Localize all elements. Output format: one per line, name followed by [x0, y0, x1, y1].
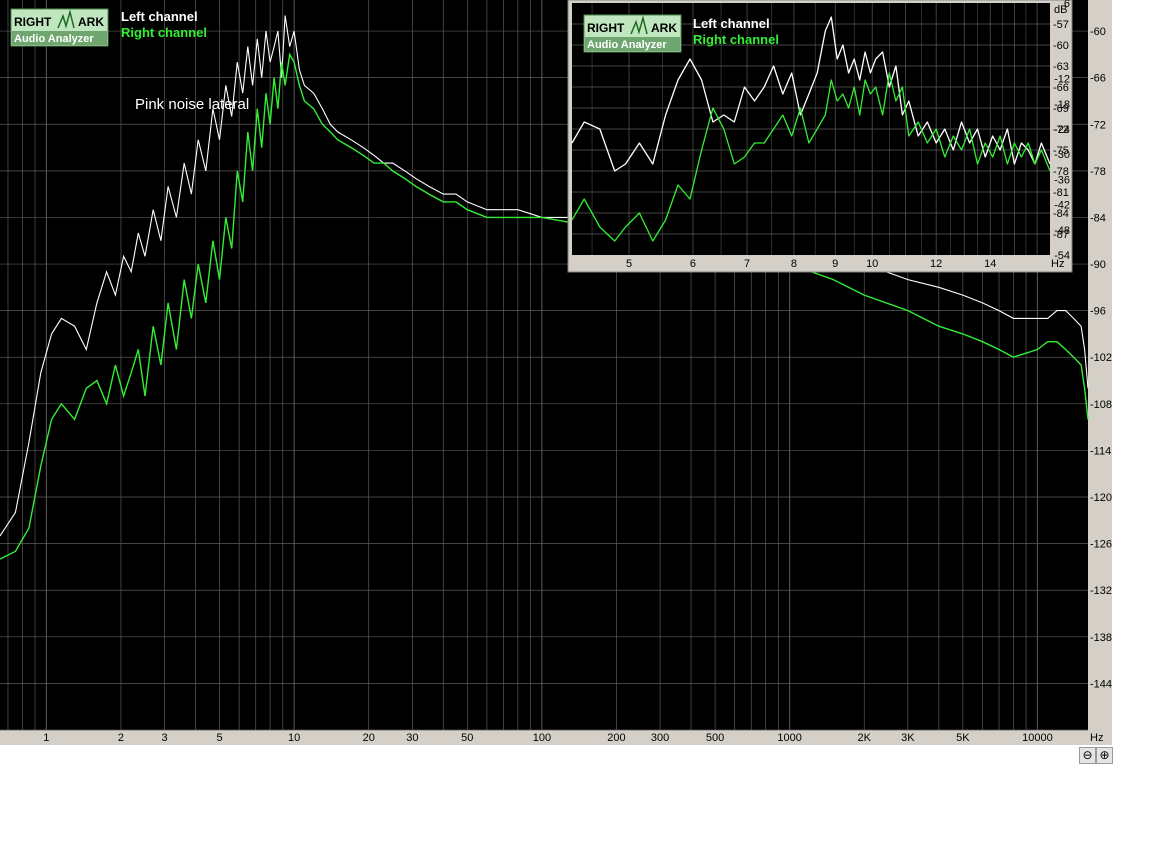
main-y-tick-label: -102 [1090, 352, 1112, 364]
zoom-out-icon[interactable]: ⊖ [1079, 747, 1096, 764]
main-x-tick-label: 50 [461, 732, 473, 744]
main-x-tick-label: 2K [858, 732, 872, 744]
inset-y-unit-label: dB [1054, 4, 1067, 16]
inset-y-tick-label-right: -48 [1054, 225, 1070, 237]
inset-x-tick-label: 6 [690, 258, 696, 270]
main-x-tick-label: 2 [118, 732, 124, 744]
main-y-tick-label: -114 [1090, 445, 1111, 457]
main-x-unit-label: Hz [1090, 732, 1103, 744]
inset-y-tick-label-right: -12 [1054, 74, 1070, 86]
main-y-tick-label: -144 [1090, 678, 1112, 690]
inset-y-tick-label-right: -18 [1054, 99, 1070, 111]
main-y-tick-label: -96 [1090, 306, 1106, 318]
main-y-tick-label: -126 [1090, 539, 1112, 551]
main-y-tick-label: -108 [1090, 399, 1112, 411]
inset-y-tick-label-right: -42 [1054, 200, 1070, 212]
inset-y-tick-label: -81 [1053, 187, 1069, 199]
inset-x-tick-label: 12 [930, 258, 942, 270]
zoom-in-icon[interactable]: ⊕ [1096, 747, 1113, 764]
inset-x-tick-label: 14 [984, 258, 996, 270]
inset-rightmark-logo: RIGHT ARK Audio Analyzer [583, 14, 682, 53]
main-x-tick-label: 100 [533, 732, 551, 744]
main-x-tick-label: 1 [43, 732, 49, 744]
logo-text-right: RIGHT [14, 15, 52, 29]
main-y-tick-label: -132 [1090, 585, 1112, 597]
main-x-tick-label: 10 [288, 732, 300, 744]
spectrum-chart: 1 2 3 5 10 20 30 50 100 200 300 500 1000 2K 3K 5K 10000 … [0, 0, 1112, 745]
main-x-tick-label: 3 [162, 732, 168, 744]
inset-y-tick-label: -57 [1053, 19, 1069, 31]
inset-y-tick-label: -60 [1053, 40, 1069, 52]
rightmark-logo: RIGHT ARK Audio Analyzer [10, 8, 109, 47]
legend-right-channel: Right channel [121, 25, 207, 40]
main-y-tick-label: -60 [1090, 26, 1106, 38]
inset-logo-text-right: RIGHT [587, 21, 625, 35]
inset-legend-right-channel: Right channel [693, 32, 779, 47]
inset-y-tick-label-right: -30 [1054, 149, 1070, 161]
main-y-tick-label: -84 [1090, 212, 1106, 224]
inset-y-tick-label-right: -36 [1054, 174, 1070, 186]
inset-x-unit-label: Hz [1051, 258, 1064, 270]
main-x-tick-label: 30 [406, 732, 418, 744]
main-x-tick-label: 300 [651, 732, 669, 744]
inset-x-tick-label: 8 [791, 258, 797, 270]
main-x-tick-label: 20 [363, 732, 375, 744]
inset-x-tick-label: 7 [744, 258, 750, 270]
main-x-tick-label: 5 [216, 732, 222, 744]
inset-x-tick-label: 10 [866, 258, 878, 270]
main-y-tick-label: -66 [1090, 73, 1106, 85]
chart-annotation: Pink noise lateral [135, 96, 249, 113]
main-x-tick-label: 1000 [777, 732, 801, 744]
inset-logo-text-subtitle: Audio Analyzer [587, 39, 667, 51]
main-y-tick-label: -138 [1090, 632, 1112, 644]
main-y-tick-label: -90 [1090, 259, 1106, 271]
main-x-tick-label: 10000 [1022, 732, 1053, 744]
main-x-tick-label: 200 [607, 732, 625, 744]
main-y-tick-label: -78 [1090, 166, 1106, 178]
inset-legend-left-channel: Left channel [693, 16, 770, 31]
logo-text-ark: ARK [78, 15, 104, 29]
main-y-tick-label: -120 [1090, 492, 1112, 504]
main-x-tick-label: 5K [956, 732, 970, 744]
inset-x-tick-label: 5 [626, 258, 632, 270]
inset-x-tick-label: 9 [832, 258, 838, 270]
logo-text-subtitle: Audio Analyzer [14, 33, 94, 45]
inset-logo-text-ark: ARK [651, 21, 677, 35]
inset-y-tick-label-right: -24 [1054, 124, 1070, 136]
inset-y-tick-label: -63 [1053, 61, 1069, 73]
main-x-tick-label: 3K [901, 732, 915, 744]
legend-left-channel: Left channel [121, 9, 198, 24]
main-x-tick-label: 500 [706, 732, 724, 744]
main-y-tick-label: -72 [1090, 119, 1106, 131]
